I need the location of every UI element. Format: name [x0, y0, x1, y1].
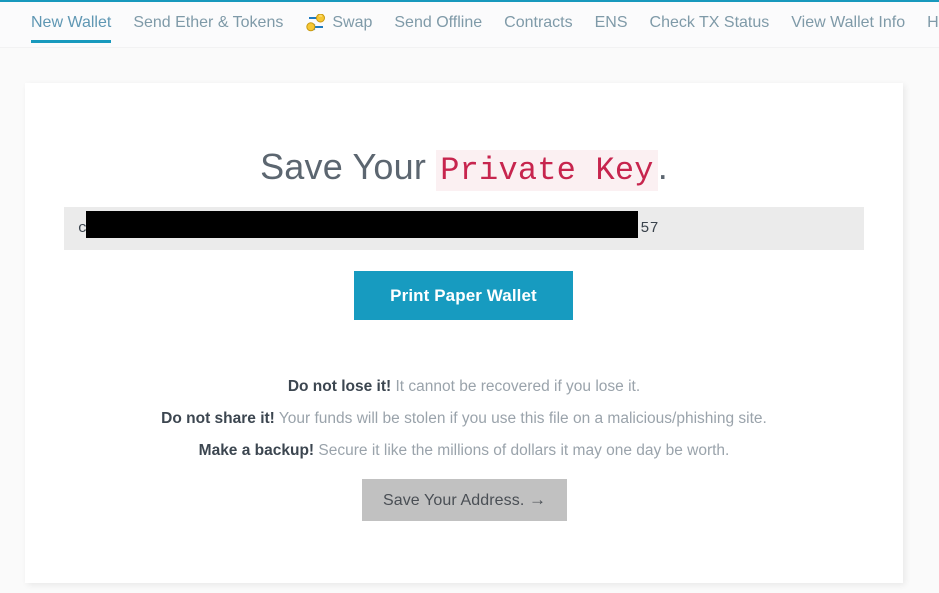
swap-icon: [305, 14, 327, 32]
nav-item-label: New Wallet: [31, 14, 112, 31]
nav-item-help[interactable]: Help: [927, 2, 939, 33]
warning-text: Your funds will be stolen if you use thi…: [274, 410, 767, 427]
nav-item-view-wallet-info[interactable]: View Wallet Info: [791, 2, 905, 33]
page-title-code: Private Key: [436, 150, 658, 191]
warning-text: It cannot be recovered if you lose it.: [391, 378, 641, 395]
nav-item-label: Swap: [332, 14, 373, 31]
main-navigation: New Wallet Send Ether & Tokens Swap Send…: [0, 2, 939, 48]
nav-item-label: Check TX Status: [649, 14, 770, 31]
nav-item-send-offline[interactable]: Send Offline: [394, 2, 482, 33]
save-button-label: Save Your Address.: [382, 492, 525, 509]
arrow-right-icon: →: [528, 490, 547, 509]
page-title-suffix: .: [657, 146, 668, 187]
nav-item-swap[interactable]: Swap: [305, 2, 372, 33]
save-your-address-button[interactable]: Save Your Address. →: [362, 479, 567, 521]
page-title: Save Your Private Key.: [25, 83, 903, 193]
wallet-card: Save Your Private Key. ca57 Print Paper …: [25, 83, 903, 583]
nav-item-label: Send Offline: [394, 14, 483, 31]
private-key-redaction-bar: [86, 211, 638, 238]
warnings-list: Do not lose it! It cannot be recovered i…: [25, 371, 903, 467]
nav-item-check-tx-status[interactable]: Check TX Status: [650, 2, 770, 33]
nav-item-send-ether-tokens[interactable]: Send Ether & Tokens: [133, 2, 283, 33]
nav-item-label: Contracts: [504, 14, 573, 31]
print-paper-wallet-button[interactable]: Print Paper Wallet: [354, 271, 573, 320]
warning-strong: Do not lose it!: [287, 378, 392, 395]
nav-item-label: Send Ether & Tokens: [133, 14, 284, 31]
nav-item-ens[interactable]: ENS: [595, 2, 628, 33]
nav-list: New Wallet Send Ether & Tokens Swap Send…: [0, 2, 939, 47]
warning-strong: Make a backup!: [198, 442, 315, 459]
warning-line: Do not lose it! It cannot be recovered i…: [25, 371, 903, 403]
nav-item-contracts[interactable]: Contracts: [504, 2, 572, 33]
nav-item-label: ENS: [594, 14, 628, 31]
nav-item-label: Help: [927, 14, 939, 31]
warning-strong: Do not share it!: [161, 410, 275, 427]
nav-item-new-wallet[interactable]: New Wallet: [31, 2, 112, 43]
page-title-prefix: Save Your: [260, 146, 437, 187]
warning-line: Make a backup! Secure it like the millio…: [25, 435, 903, 467]
warning-text: Secure it like the millions of dollars i…: [314, 442, 730, 459]
warning-line: Do not share it! Your funds will be stol…: [25, 403, 903, 435]
nav-item-label: View Wallet Info: [791, 14, 906, 31]
